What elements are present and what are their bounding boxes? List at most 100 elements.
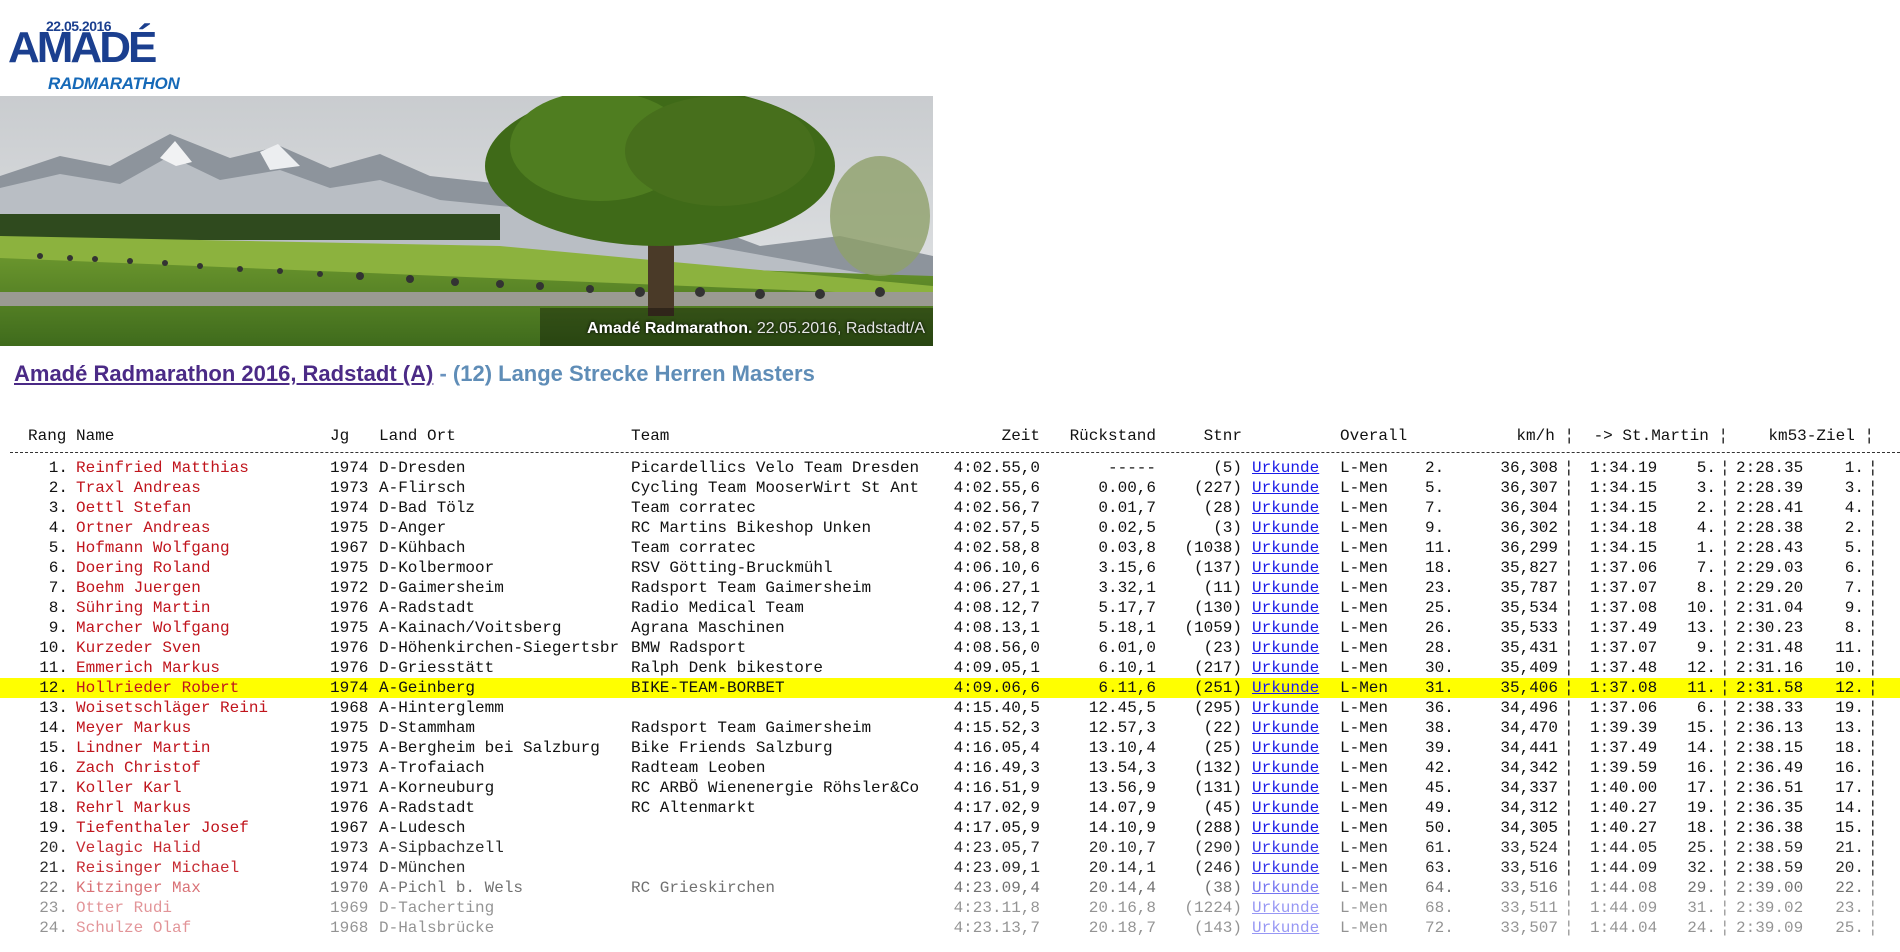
column-separator: ¦: [1720, 899, 1730, 917]
table-row: 17. Koller Karl 1971 A-Korneuburg RC ARBÖ Wi…: [0, 778, 1900, 798]
athlete-name: Koller Karl: [76, 779, 182, 797]
column-separator: ¦: [1868, 599, 1878, 617]
certificate-link[interactable]: Urkunde: [1252, 458, 1319, 478]
time-behind: 6.11,6: [1098, 679, 1156, 697]
overall-class: L-Men: [1340, 739, 1389, 757]
ziel-rank: 11.: [1835, 639, 1864, 657]
certificate-link[interactable]: Urkunde: [1252, 558, 1319, 578]
certificate-link[interactable]: Urkunde: [1252, 898, 1319, 918]
certificate-link[interactable]: Urkunde: [1252, 718, 1319, 738]
time-behind: 20.18,7: [1088, 919, 1156, 937]
birth-year: 1976: [330, 639, 369, 657]
overall-class: L-Men: [1340, 919, 1389, 937]
event-results-link[interactable]: Amadé Radmarathon 2016, Radstadt (A): [14, 361, 433, 386]
speed-kmh: 36,304: [1500, 499, 1558, 517]
certificate-link[interactable]: Urkunde: [1252, 758, 1319, 778]
start-number: (132): [1193, 759, 1242, 777]
results-rows: 1. Reinfried Matthias 1974 D-Dresden Picarde…: [0, 458, 1900, 938]
overall-class: L-Men: [1340, 899, 1389, 917]
event-logo[interactable]: 22.05.2016 AMADÉ RADMARATHON: [4, 18, 204, 93]
land-ort: D-Griesstätt: [379, 659, 495, 677]
speed-kmh: 34,342: [1500, 759, 1558, 777]
ziel-rank: 7.: [1844, 579, 1864, 597]
st-martin-rank: 2.: [1696, 499, 1716, 517]
certificate-link[interactable]: Urkunde: [1252, 638, 1319, 658]
speed-kmh: 36,308: [1500, 459, 1558, 477]
column-separator: ¦: [1564, 459, 1574, 477]
table-row: 13. Woisetschläger Reini 1968 A-Hinterglemm…: [0, 698, 1900, 718]
table-row: 19. Tiefenthaler Josef 1967 A-Ludesch 4:17.0…: [0, 818, 1900, 838]
time-behind: 13.56,9: [1088, 779, 1156, 797]
certificate-link[interactable]: Urkunde: [1252, 658, 1319, 678]
birth-year: 1968: [330, 919, 369, 937]
ziel-rank: 3.: [1844, 479, 1864, 497]
start-number: (246): [1193, 859, 1242, 877]
certificate-link[interactable]: Urkunde: [1252, 918, 1319, 938]
time-behind: 20.14,4: [1088, 879, 1156, 897]
finish-time: 4:08.13,1: [953, 619, 1040, 637]
header-rueckstand: Rückstand: [1069, 427, 1156, 445]
column-separator: ¦: [1720, 699, 1730, 717]
ziel-time: 2:31.58: [1736, 679, 1804, 697]
team-name: RC ARBÖ Wienenergie Röhsler&Co: [631, 779, 920, 797]
land-ort: A-Pichl b. Wels: [379, 879, 524, 897]
rank-cell: 15.: [39, 739, 68, 757]
certificate-link[interactable]: Urkunde: [1252, 738, 1319, 758]
time-behind: 14.10,9: [1088, 819, 1156, 837]
time-behind: 20.10,7: [1088, 839, 1156, 857]
st-martin-time: 1:44.08: [1590, 879, 1658, 897]
certificate-link[interactable]: Urkunde: [1252, 878, 1319, 898]
column-separator: ¦: [1868, 879, 1878, 897]
land-ort: A-Korneuburg: [379, 779, 495, 797]
overall-class: L-Men: [1340, 559, 1389, 577]
land-ort: D-Kolbermoor: [379, 559, 495, 577]
athlete-name: Oettl Stefan: [76, 499, 192, 517]
rank-cell: 11.: [39, 659, 68, 677]
team-name: BMW Radsport: [631, 639, 747, 657]
certificate-link[interactable]: Urkunde: [1252, 618, 1319, 638]
certificate-link[interactable]: Urkunde: [1252, 778, 1319, 798]
land-ort: A-Radstadt: [379, 799, 476, 817]
column-separator: ¦: [1868, 779, 1878, 797]
st-martin-rank: 19.: [1687, 799, 1716, 817]
certificate-link[interactable]: Urkunde: [1252, 798, 1319, 818]
certificate-link[interactable]: Urkunde: [1252, 818, 1319, 838]
certificate-link[interactable]: Urkunde: [1252, 578, 1319, 598]
certificate-link[interactable]: Urkunde: [1252, 858, 1319, 878]
start-number: (131): [1193, 779, 1242, 797]
st-martin-rank: 16.: [1687, 759, 1716, 777]
certificate-link[interactable]: Urkunde: [1252, 518, 1319, 538]
certificate-link[interactable]: Urkunde: [1252, 838, 1319, 858]
column-separator: ¦: [1868, 619, 1878, 637]
overall-class: L-Men: [1340, 679, 1389, 697]
certificate-link[interactable]: Urkunde: [1252, 478, 1319, 498]
certificate-link[interactable]: Urkunde: [1252, 538, 1319, 558]
column-separator: ¦: [1720, 659, 1730, 677]
athlete-name: Tiefenthaler Josef: [76, 819, 249, 837]
ziel-time: 2:36.51: [1736, 779, 1804, 797]
rank-cell: 23.: [39, 899, 68, 917]
certificate-link[interactable]: Urkunde: [1252, 678, 1319, 698]
column-separator: ¦: [1564, 779, 1574, 797]
ziel-rank: 5.: [1844, 539, 1864, 557]
start-number: (3): [1213, 519, 1242, 537]
finish-time: 4:06.27,1: [953, 579, 1040, 597]
certificate-link[interactable]: Urkunde: [1252, 598, 1319, 618]
heading-separator: -: [433, 361, 453, 386]
ziel-time: 2:28.39: [1736, 479, 1804, 497]
column-separator: ¦: [1564, 919, 1574, 937]
st-martin-time: 1:34.15: [1590, 539, 1658, 557]
time-behind: 0.01,7: [1098, 499, 1156, 517]
time-behind: 12.57,3: [1088, 719, 1156, 737]
time-behind: 14.07,9: [1088, 799, 1156, 817]
column-separator: ¦: [1564, 719, 1574, 737]
athlete-name: Hofmann Wolfgang: [76, 539, 230, 557]
finish-time: 4:09.05,1: [953, 659, 1040, 677]
ziel-time: 2:28.38: [1736, 519, 1804, 537]
speed-kmh: 34,470: [1500, 719, 1558, 737]
certificate-link[interactable]: Urkunde: [1252, 698, 1319, 718]
certificate-link[interactable]: Urkunde: [1252, 498, 1319, 518]
banner-caption-title: Amadé Radmarathon.: [587, 320, 753, 337]
column-separator: ¦: [1720, 799, 1730, 817]
athlete-name: Kurzeder Sven: [76, 639, 201, 657]
